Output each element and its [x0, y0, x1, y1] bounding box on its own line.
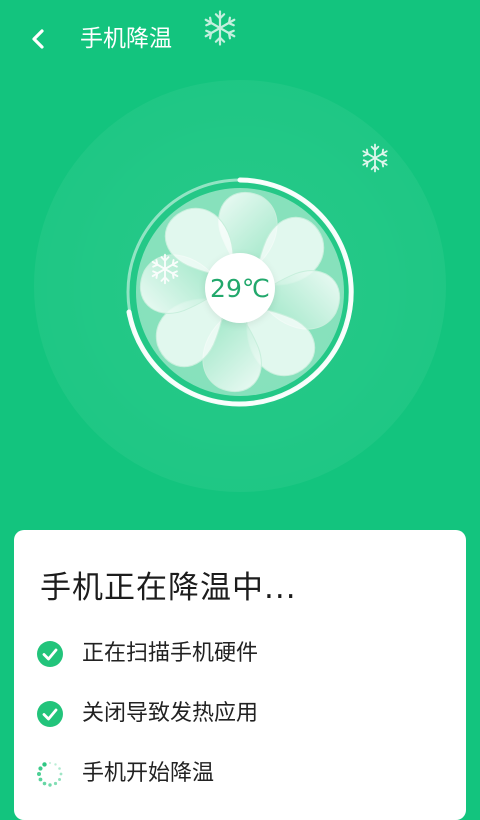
status-title: 手机正在降温中...	[40, 570, 297, 606]
spinner-dot	[37, 772, 41, 776]
task-label: 正在扫描手机硬件	[82, 641, 259, 666]
spinner-dot	[48, 783, 52, 787]
check-circle-icon	[37, 641, 63, 667]
spinner-dot	[38, 777, 43, 782]
task-scan-hardware: 正在扫描手机硬件	[36, 638, 258, 670]
task-close-apps: 关闭导致发热应用	[36, 698, 258, 730]
spinner-dot	[42, 762, 47, 767]
spinner-dot	[53, 781, 58, 786]
loading-spinner-icon	[37, 761, 63, 787]
page-title: 手机降温	[80, 26, 172, 52]
temperature-display: 29℃	[205, 253, 275, 323]
spinner-dot	[42, 781, 47, 786]
task-label: 手机开始降温	[82, 761, 215, 786]
task-label: 关闭导致发热应用	[82, 701, 259, 726]
spinner-dot	[58, 778, 62, 781]
snowflake-icon	[362, 143, 388, 173]
spinner-dot	[38, 766, 43, 771]
chevron-left-icon	[32, 29, 44, 49]
spinner-dot	[48, 761, 52, 765]
snowflake-icon	[151, 253, 179, 285]
spinner-dot	[58, 767, 61, 770]
back-button[interactable]	[22, 22, 56, 56]
spinner-dot	[59, 772, 63, 776]
app-header: 手机降温	[0, 0, 480, 76]
task-start-cooling: 手机开始降温	[36, 758, 214, 790]
spinner-dot	[54, 763, 57, 766]
check-circle-icon	[37, 701, 63, 727]
cooling-status-card: 手机正在降温中... 正在扫描手机硬件 关闭导致发热应用 手机开始降温	[14, 530, 466, 820]
snowflake-icon	[204, 10, 236, 46]
